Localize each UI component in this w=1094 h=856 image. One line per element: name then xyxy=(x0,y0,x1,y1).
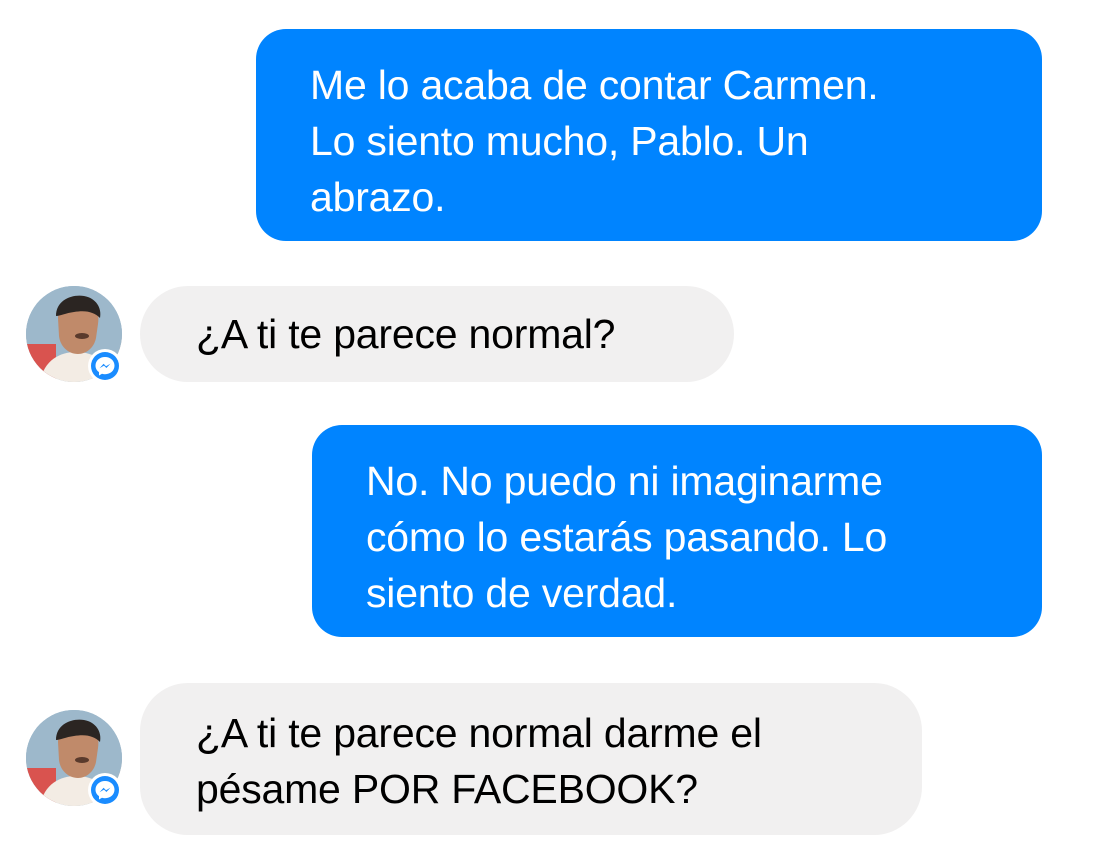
incoming-message-bubble[interactable]: ¿A ti te parece normal darme el pésame P… xyxy=(140,683,922,835)
messenger-icon xyxy=(95,781,115,800)
messenger-icon xyxy=(95,357,115,376)
message-text: ¿A ti te parece normal darme el pésame P… xyxy=(196,710,762,812)
messenger-badge xyxy=(88,773,122,807)
message-text: No. No puedo ni imaginarme cómo lo estar… xyxy=(366,458,888,616)
outgoing-message-bubble[interactable]: No. No puedo ni imaginarme cómo lo estar… xyxy=(312,425,1042,637)
messenger-badge xyxy=(88,349,122,383)
message-text: Me lo acaba de contar Carmen. Lo siento … xyxy=(310,62,879,220)
message-text: ¿A ti te parece normal? xyxy=(196,311,616,357)
incoming-message-bubble[interactable]: ¿A ti te parece normal? xyxy=(140,286,734,382)
outgoing-message-bubble[interactable]: Me lo acaba de contar Carmen. Lo siento … xyxy=(256,29,1042,241)
